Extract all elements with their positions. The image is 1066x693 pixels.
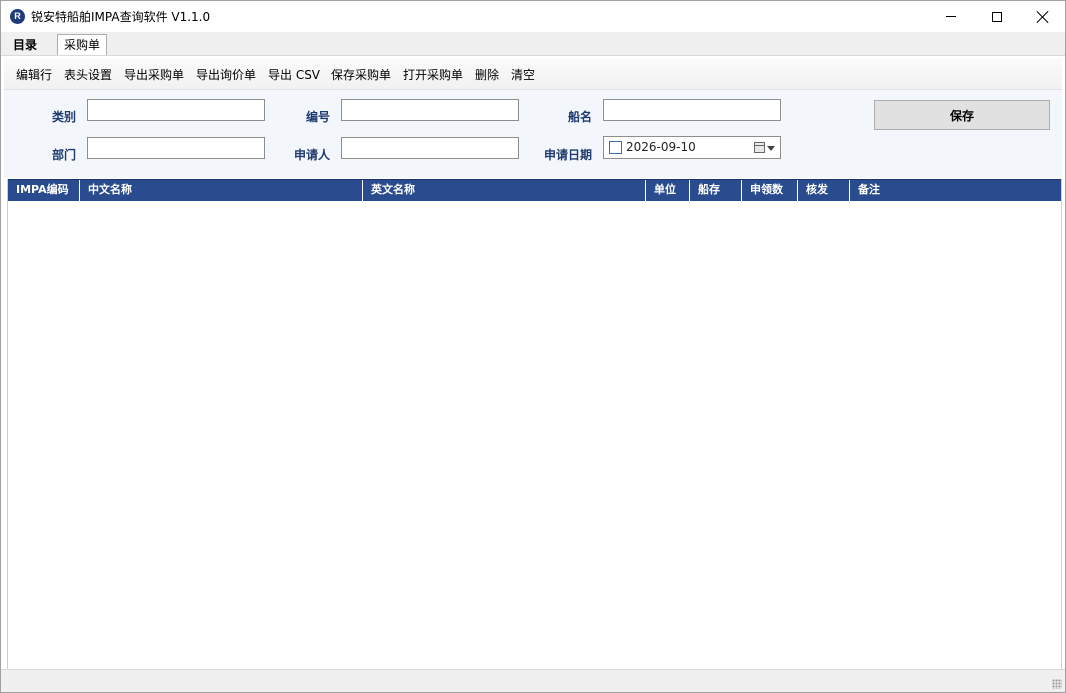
department-label: 部门	[52, 148, 77, 162]
application-date-label: 申请日期	[544, 148, 593, 162]
calendar-icon[interactable]	[754, 142, 765, 153]
edit-row-button[interactable]: 编辑行	[16, 66, 52, 83]
chevron-down-icon[interactable]	[767, 146, 775, 151]
tab-purchase-order[interactable]: 采购单	[57, 34, 108, 55]
column-header-ship-stock[interactable]: 船存	[690, 180, 742, 202]
column-header-remarks[interactable]: 备注	[850, 180, 1061, 202]
column-header-chinese-name[interactable]: 中文名称	[80, 180, 363, 202]
maximize-button[interactable]	[974, 1, 1020, 32]
resize-grip-icon[interactable]	[1052, 679, 1062, 689]
number-label: 编号	[306, 110, 331, 124]
tab-catalog[interactable]: 目录	[7, 35, 43, 56]
export-inquiry-button[interactable]: 导出询价单	[196, 66, 256, 83]
grid-body[interactable]	[8, 201, 1061, 669]
column-header-unit[interactable]: 单位	[646, 180, 690, 202]
export-csv-button[interactable]: 导出 CSV	[268, 66, 320, 83]
category-input[interactable]	[87, 99, 265, 121]
order-header-form: 类别 编号 船名 部门 申请人 申请日期 2026-09-10 保存	[4, 90, 1062, 178]
title-bar: R 锐安特船舶IMPA查询软件 V1.1.0	[1, 1, 1065, 32]
purchase-order-grid[interactable]: IMPA编码 中文名称 英文名称 单位 船存 申领数 核发 备注	[7, 179, 1062, 669]
save-button[interactable]: 保存	[874, 100, 1050, 130]
department-input[interactable]	[87, 137, 265, 159]
app-logo-icon: R	[10, 9, 25, 24]
header-settings-button[interactable]: 表头设置	[64, 66, 112, 83]
column-header-issued[interactable]: 核发	[798, 180, 850, 202]
ship-name-input[interactable]	[603, 99, 781, 121]
date-value: 2026-09-10	[626, 140, 696, 154]
column-header-impa-code[interactable]: IMPA编码	[8, 180, 80, 202]
date-checkbox[interactable]	[609, 141, 622, 154]
close-button[interactable]	[1020, 1, 1066, 32]
window-title: 锐安特船舶IMPA查询软件 V1.1.0	[31, 10, 211, 24]
open-purchase-order-button[interactable]: 打开采购单	[403, 66, 463, 83]
category-label: 类别	[52, 110, 77, 124]
ship-name-label: 船名	[568, 110, 593, 124]
save-purchase-order-button[interactable]: 保存采购单	[331, 66, 391, 83]
delete-button[interactable]: 删除	[475, 66, 499, 83]
grid-header: IMPA编码 中文名称 英文名称 单位 船存 申领数 核发 备注	[8, 179, 1061, 202]
column-header-english-name[interactable]: 英文名称	[363, 180, 646, 202]
clear-button[interactable]: 清空	[511, 66, 535, 83]
applicant-input[interactable]	[341, 137, 519, 159]
applicant-label: 申请人	[294, 148, 331, 162]
application-date-picker[interactable]: 2026-09-10	[603, 136, 781, 159]
column-header-requested-qty[interactable]: 申领数	[742, 180, 798, 202]
number-input[interactable]	[341, 99, 519, 121]
tab-strip: 目录 采购单	[1, 32, 1065, 56]
minimize-button[interactable]	[928, 1, 974, 32]
export-purchase-order-button[interactable]: 导出采购单	[124, 66, 184, 83]
minimize-icon	[946, 16, 956, 17]
close-icon	[1037, 11, 1049, 23]
toolbar: 编辑行 表头设置 导出采购单 导出询价单 导出 CSV 保存采购单 打开采购单 …	[4, 58, 1062, 90]
app-window: R 锐安特船舶IMPA查询软件 V1.1.0 目录 采购单 编辑行 表头设置 导…	[0, 0, 1066, 693]
maximize-icon	[992, 11, 1002, 22]
status-bar	[1, 669, 1065, 692]
